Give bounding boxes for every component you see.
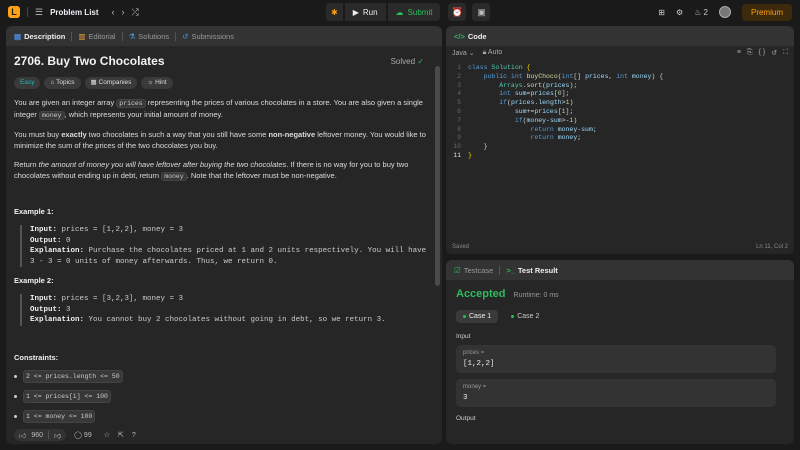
format-icon[interactable]: ≡: [737, 49, 741, 57]
cursor-position: Ln 11, Col 2: [756, 244, 788, 250]
input-var-money: money = 3: [456, 379, 776, 407]
braces-icon[interactable]: { }: [759, 49, 766, 57]
constraint-item: 1 <= money <= 100: [14, 409, 434, 423]
next-problem-icon[interactable]: ›: [122, 7, 125, 17]
tab-code[interactable]: </> Code: [454, 32, 487, 41]
description-footer: 👍︎ 960 👎︎ ◯ 99 ☆ ⇱ ?: [6, 426, 442, 444]
example-2-box: Input: prices = [3,2,3], money = 3 Outpu…: [20, 294, 434, 326]
building-icon: ▦: [90, 79, 97, 86]
reset-icon[interactable]: ↺: [771, 49, 777, 57]
runtime-label: Runtime: 0 ms: [513, 292, 559, 299]
description-panel: ▤ Description ▥ Editorial ⚗ Solutions ↺ Subm…: [6, 26, 442, 444]
tab-description[interactable]: ▤ Description: [14, 32, 65, 41]
constraint-item: 2 <= prices.length <= 50: [14, 369, 434, 383]
description-scrollbar[interactable]: [435, 66, 440, 286]
save-status: Saved: [452, 244, 470, 250]
code-lines[interactable]: class Solution { public int buyChoco(int…: [468, 64, 663, 161]
debug-button[interactable]: ✱: [326, 3, 343, 21]
bug-icon: ✱: [331, 7, 338, 17]
timer-button[interactable]: ⏰: [448, 3, 467, 21]
bookmark-icon[interactable]: ⎘: [747, 49, 753, 57]
fullscreen-icon[interactable]: ⛶: [783, 49, 788, 57]
case-1-tab[interactable]: Case 1: [456, 310, 499, 323]
lightbulb-icon: ☼: [147, 79, 154, 86]
case-2-tab[interactable]: Case 2: [504, 310, 546, 323]
book-icon: ▥: [78, 31, 86, 41]
note-icon: ▣: [477, 6, 486, 17]
code-icon: </>: [454, 31, 465, 41]
tab-editorial[interactable]: ▥ Editorial: [78, 32, 115, 41]
thumbs-down-icon[interactable]: 👎︎: [54, 431, 61, 440]
notes-button[interactable]: ▣: [472, 3, 491, 21]
list-icon[interactable]: ☰: [35, 7, 43, 17]
code-panel: </> Code Java ⌄ 🔒︎ Auto ≡ ⎘ { } ↺ ⛶ 12345…: [446, 26, 794, 254]
premium-button[interactable]: Premium: [741, 3, 792, 21]
play-icon: ▶: [352, 7, 359, 17]
lock-icon: 🔒︎: [482, 49, 487, 56]
check-circle-icon: ✓: [417, 57, 424, 66]
problem-list-link[interactable]: Problem List: [50, 8, 98, 17]
topics-chip[interactable]: ⌂ Topics: [44, 77, 81, 89]
problem-paragraph-2: You must buy exactly two chocolates in s…: [14, 130, 426, 150]
tab-test-result[interactable]: >_ Test Result: [506, 266, 557, 275]
companies-chip[interactable]: ▦ Companies: [84, 77, 138, 89]
output-label: Output: [456, 415, 476, 422]
tag-icon: ⌂: [50, 79, 55, 86]
terminal-icon: >_: [506, 265, 515, 275]
tab-testcase[interactable]: ☑ Testcase: [454, 266, 493, 275]
alarm-icon: ⏰: [451, 6, 464, 17]
cloud-upload-icon: ☁: [395, 7, 404, 17]
solved-badge: Solved ✓: [390, 57, 424, 66]
prev-problem-icon[interactable]: ‹: [112, 7, 115, 17]
share-icon[interactable]: ⇱: [118, 431, 124, 439]
leetcode-logo-icon[interactable]: L: [8, 6, 20, 18]
tab-submissions[interactable]: ↺ Submissions: [182, 32, 234, 41]
problem-title[interactable]: 2706. Buy Two Chocolates: [14, 55, 434, 67]
code-editor[interactable]: 1 2 3 4 5 6 7 8 9 10 11 class Solution { public in…: [446, 60, 794, 161]
settings-gear-icon[interactable]: ⚙: [676, 8, 683, 17]
like-group: 👍︎ 960 👎︎: [14, 429, 67, 441]
constraint-item: 1 <= prices[i] <= 100: [14, 389, 434, 403]
input-label: Input: [456, 333, 471, 340]
difficulty-badge: Easy: [14, 77, 41, 89]
flame-icon: ♨: [694, 7, 702, 17]
layout-grid-icon[interactable]: ⊞: [658, 8, 665, 17]
document-icon: ▤: [14, 31, 22, 41]
submit-button[interactable]: ☁ Submit: [387, 3, 441, 21]
input-var-prices: prices = [1,2,2]: [456, 345, 776, 373]
checkbox-icon: ☑: [454, 265, 461, 275]
comment-icon: ◯: [74, 432, 82, 439]
example-1-title: Example 1:: [14, 207, 54, 216]
comments-button[interactable]: ◯ 99: [74, 431, 92, 439]
constraints-list: 2 <= prices.length <= 50 1 <= prices[i] …: [14, 369, 434, 423]
problem-paragraph-1: You are given an integer array prices re…: [14, 98, 423, 120]
example-1-box: Input: prices = [1,2,2], money = 3 Outpu…: [20, 225, 434, 267]
avatar[interactable]: [718, 6, 731, 18]
streak-counter[interactable]: ♨ 2: [694, 8, 708, 17]
constraints-title: Constraints:: [14, 352, 59, 362]
help-icon[interactable]: ?: [132, 432, 136, 439]
shuffle-icon[interactable]: ⤮: [132, 7, 139, 17]
history-icon: ↺: [182, 31, 189, 41]
autocomplete-mode[interactable]: 🔒︎ Auto: [483, 49, 503, 57]
run-button[interactable]: ▶ Run: [344, 3, 386, 21]
problem-paragraph-3: Return the amount of money you will have…: [14, 160, 409, 181]
hint-chip[interactable]: ☼ Hint: [141, 77, 173, 89]
test-result-panel: ☑ Testcase >_ Test Result Accepted Runtime…: [446, 260, 794, 444]
top-bar: L ☰ Problem List ‹ › ⤮ ✱ ▶ Run ☁ Submit ⏰ …: [0, 0, 800, 24]
star-icon[interactable]: ☆: [104, 431, 110, 439]
example-2-title: Example 2:: [14, 276, 54, 285]
result-status: Accepted: [456, 288, 506, 300]
tab-solutions[interactable]: ⚗ Solutions: [129, 32, 170, 41]
thumbs-up-icon[interactable]: 👍︎: [19, 431, 26, 440]
language-select[interactable]: Java ⌄: [452, 49, 475, 57]
flask-icon: ⚗: [128, 31, 136, 41]
